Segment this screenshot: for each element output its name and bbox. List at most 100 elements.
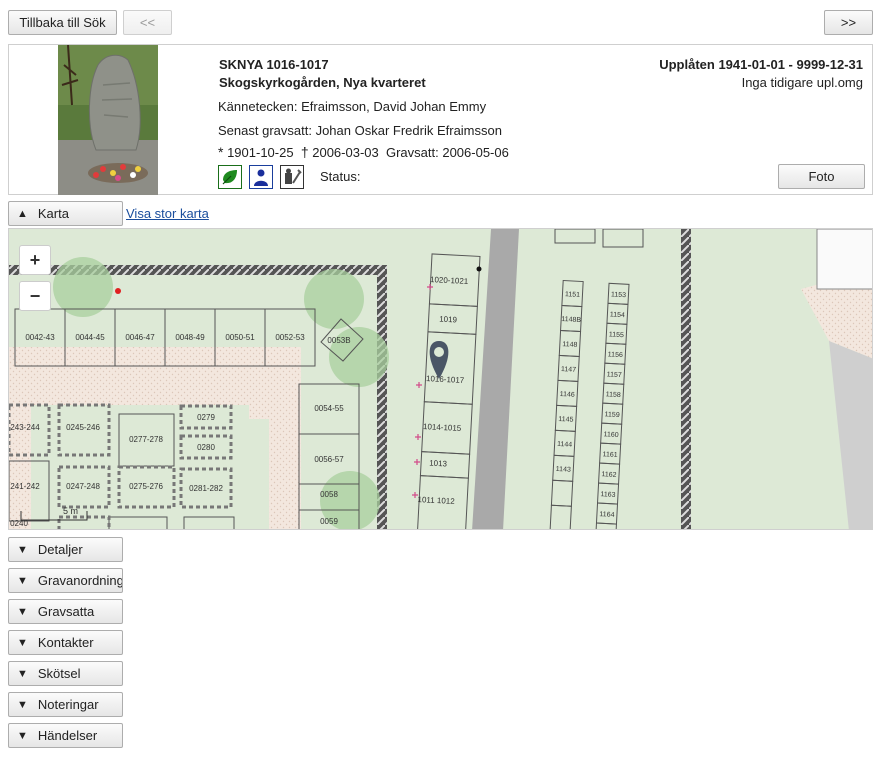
plot-label: 0046-47 <box>125 333 155 342</box>
plot-label: 0277-278 <box>129 435 163 444</box>
plot-cell <box>594 522 617 529</box>
died-date: 2006-03-03 <box>312 145 379 160</box>
plot-label: 1156 <box>608 351 624 359</box>
plot-label: 1144 <box>557 441 573 449</box>
plot-cell <box>549 504 572 529</box>
plot-label: 1014-1015 <box>423 422 462 433</box>
lease-period: Upplåten 1941-01-01 - 9999-12-31 <box>659 57 863 72</box>
map-view[interactable]: 1151 1148B 1148 1147 1146 1145 1144 1143 1153 11… <box>8 228 873 530</box>
plot-label: 1160 <box>603 431 619 439</box>
died-icon: † <box>300 144 309 160</box>
triangle-down-icon: ▼ <box>17 636 28 649</box>
plot-label: 1019 <box>439 315 458 325</box>
plot-label: 1145 <box>558 416 574 424</box>
mark-value: Efraimsson, David Johan Emmy <box>301 99 487 114</box>
photo-button[interactable]: Foto <box>778 164 865 189</box>
grave-mark: Kännetecken: Efraimsson, David Johan Emm… <box>218 99 486 114</box>
plot-label: 1163 <box>600 491 616 499</box>
map-toggle-button[interactable]: ▲ Karta <box>8 201 123 226</box>
zoom-out-button[interactable]: − <box>19 281 51 311</box>
leaf-icon[interactable] <box>218 165 242 189</box>
plot-label: 1146 <box>560 391 576 399</box>
buried-date: 2006-05-06 <box>442 145 509 160</box>
grave-photo[interactable] <box>58 45 158 195</box>
person-icon[interactable] <box>249 165 273 189</box>
grave-icons <box>218 165 304 189</box>
plot-label: 0056-57 <box>314 455 344 464</box>
plot-label: 0058 <box>320 490 338 499</box>
plot-label: 1148B <box>561 316 581 324</box>
section-label: Skötsel <box>37 666 81 681</box>
grave-location: Skogskyrkogården, Nya kvarteret <box>219 75 426 90</box>
plot-label: 0280 <box>197 443 215 452</box>
plot-label: 1011 1012 <box>417 495 455 506</box>
triangle-down-icon: ▼ <box>17 698 28 711</box>
section-gravsatta[interactable]: ▼ Gravsatta <box>8 599 123 624</box>
born-icon: * <box>218 144 224 160</box>
scale-label: 5 m <box>63 506 78 516</box>
plot-label: 1016-1017 <box>426 374 465 385</box>
plot-label: 1154 <box>610 311 626 319</box>
map-marker-icon[interactable] <box>429 341 449 379</box>
plot-label: 0044-45 <box>75 333 105 342</box>
plot-label: 1164 <box>599 511 615 519</box>
tools-icon[interactable] <box>280 165 304 189</box>
plot-label: 0048-49 <box>175 333 205 342</box>
section-händelser[interactable]: ▼ Händelser <box>8 723 123 748</box>
section-label: Noteringar <box>37 697 99 712</box>
plot-label: 1143 <box>556 466 572 474</box>
plot-label: 1157 <box>607 371 623 379</box>
plot-label: 1151 <box>565 291 581 299</box>
plot-label: 0052-53 <box>275 333 305 342</box>
plot-label: 1162 <box>601 471 617 479</box>
section-label: Kontakter <box>37 635 94 650</box>
plot-label: 0245-246 <box>66 423 100 432</box>
plot-label: 1161 <box>602 451 618 459</box>
triangle-down-icon: ▼ <box>17 574 28 587</box>
previous-button[interactable]: << <box>123 10 172 35</box>
plot-label: 1159 <box>604 411 620 419</box>
section-label: Gravanordning <box>37 573 123 588</box>
plot-label: 0275-276 <box>129 482 163 491</box>
plot-label: 1158 <box>605 391 621 399</box>
map-toggle-label: Karta <box>37 206 69 221</box>
triangle-down-icon: ▼ <box>17 729 28 742</box>
plot-label: 241-242 <box>10 482 40 491</box>
plot-label: 1155 <box>609 331 625 339</box>
section-kontakter[interactable]: ▼ Kontakter <box>8 630 123 655</box>
plot-label: 0053B <box>327 336 350 345</box>
grave-info-card: SKNYA 1016-1017 Skogskyrkogården, Nya kv… <box>8 44 873 195</box>
latest-buried: Senast gravsatt: Johan Oskar Fredrik Efr… <box>218 123 502 138</box>
section-label: Händelser <box>37 728 98 743</box>
plot-label: 1020-1021 <box>430 275 469 286</box>
plot-label: 0247-248 <box>66 482 100 491</box>
plot-label: 0059 <box>320 517 338 526</box>
plot-label: 1013 <box>429 459 448 469</box>
zoom-in-button[interactable]: + <box>19 245 51 275</box>
triangle-up-icon: ▲ <box>17 207 28 220</box>
back-to-search-button[interactable]: Tillbaka till Sök <box>8 10 117 35</box>
triangle-down-icon: ▼ <box>17 605 28 618</box>
plot-label: 0042-43 <box>25 333 55 342</box>
plot-label: 1148 <box>562 341 578 349</box>
born-date: 1901-10-25 <box>227 145 294 160</box>
section-detaljer[interactable]: ▼ Detaljer <box>8 537 123 562</box>
plot-label: 0050-51 <box>225 333 255 342</box>
plot-label: 1147 <box>561 366 577 374</box>
next-button[interactable]: >> <box>824 10 873 35</box>
section-skötsel[interactable]: ▼ Skötsel <box>8 661 123 686</box>
section-label: Gravsatta <box>37 604 95 619</box>
plot-label: 0281-282 <box>189 484 223 493</box>
latest-label: Senast gravsatt: <box>218 123 312 138</box>
plot-label: 0279 <box>197 413 215 422</box>
large-map-link[interactable]: Visa stor karta <box>126 206 209 221</box>
plot-label: 243-244 <box>10 423 40 432</box>
plot-cell <box>550 479 574 507</box>
triangle-down-icon: ▼ <box>17 543 28 556</box>
plot-label: 0240 <box>10 519 28 528</box>
grave-id: SKNYA 1016-1017 <box>219 57 329 72</box>
section-noteringar[interactable]: ▼ Noteringar <box>8 692 123 717</box>
dates-row: * 1901-10-25 † 2006-03-03 Gravsatt: 2006… <box>218 144 509 160</box>
section-gravanordning[interactable]: ▼ Gravanordning <box>8 568 123 593</box>
plot-label: 0054-55 <box>314 404 344 413</box>
